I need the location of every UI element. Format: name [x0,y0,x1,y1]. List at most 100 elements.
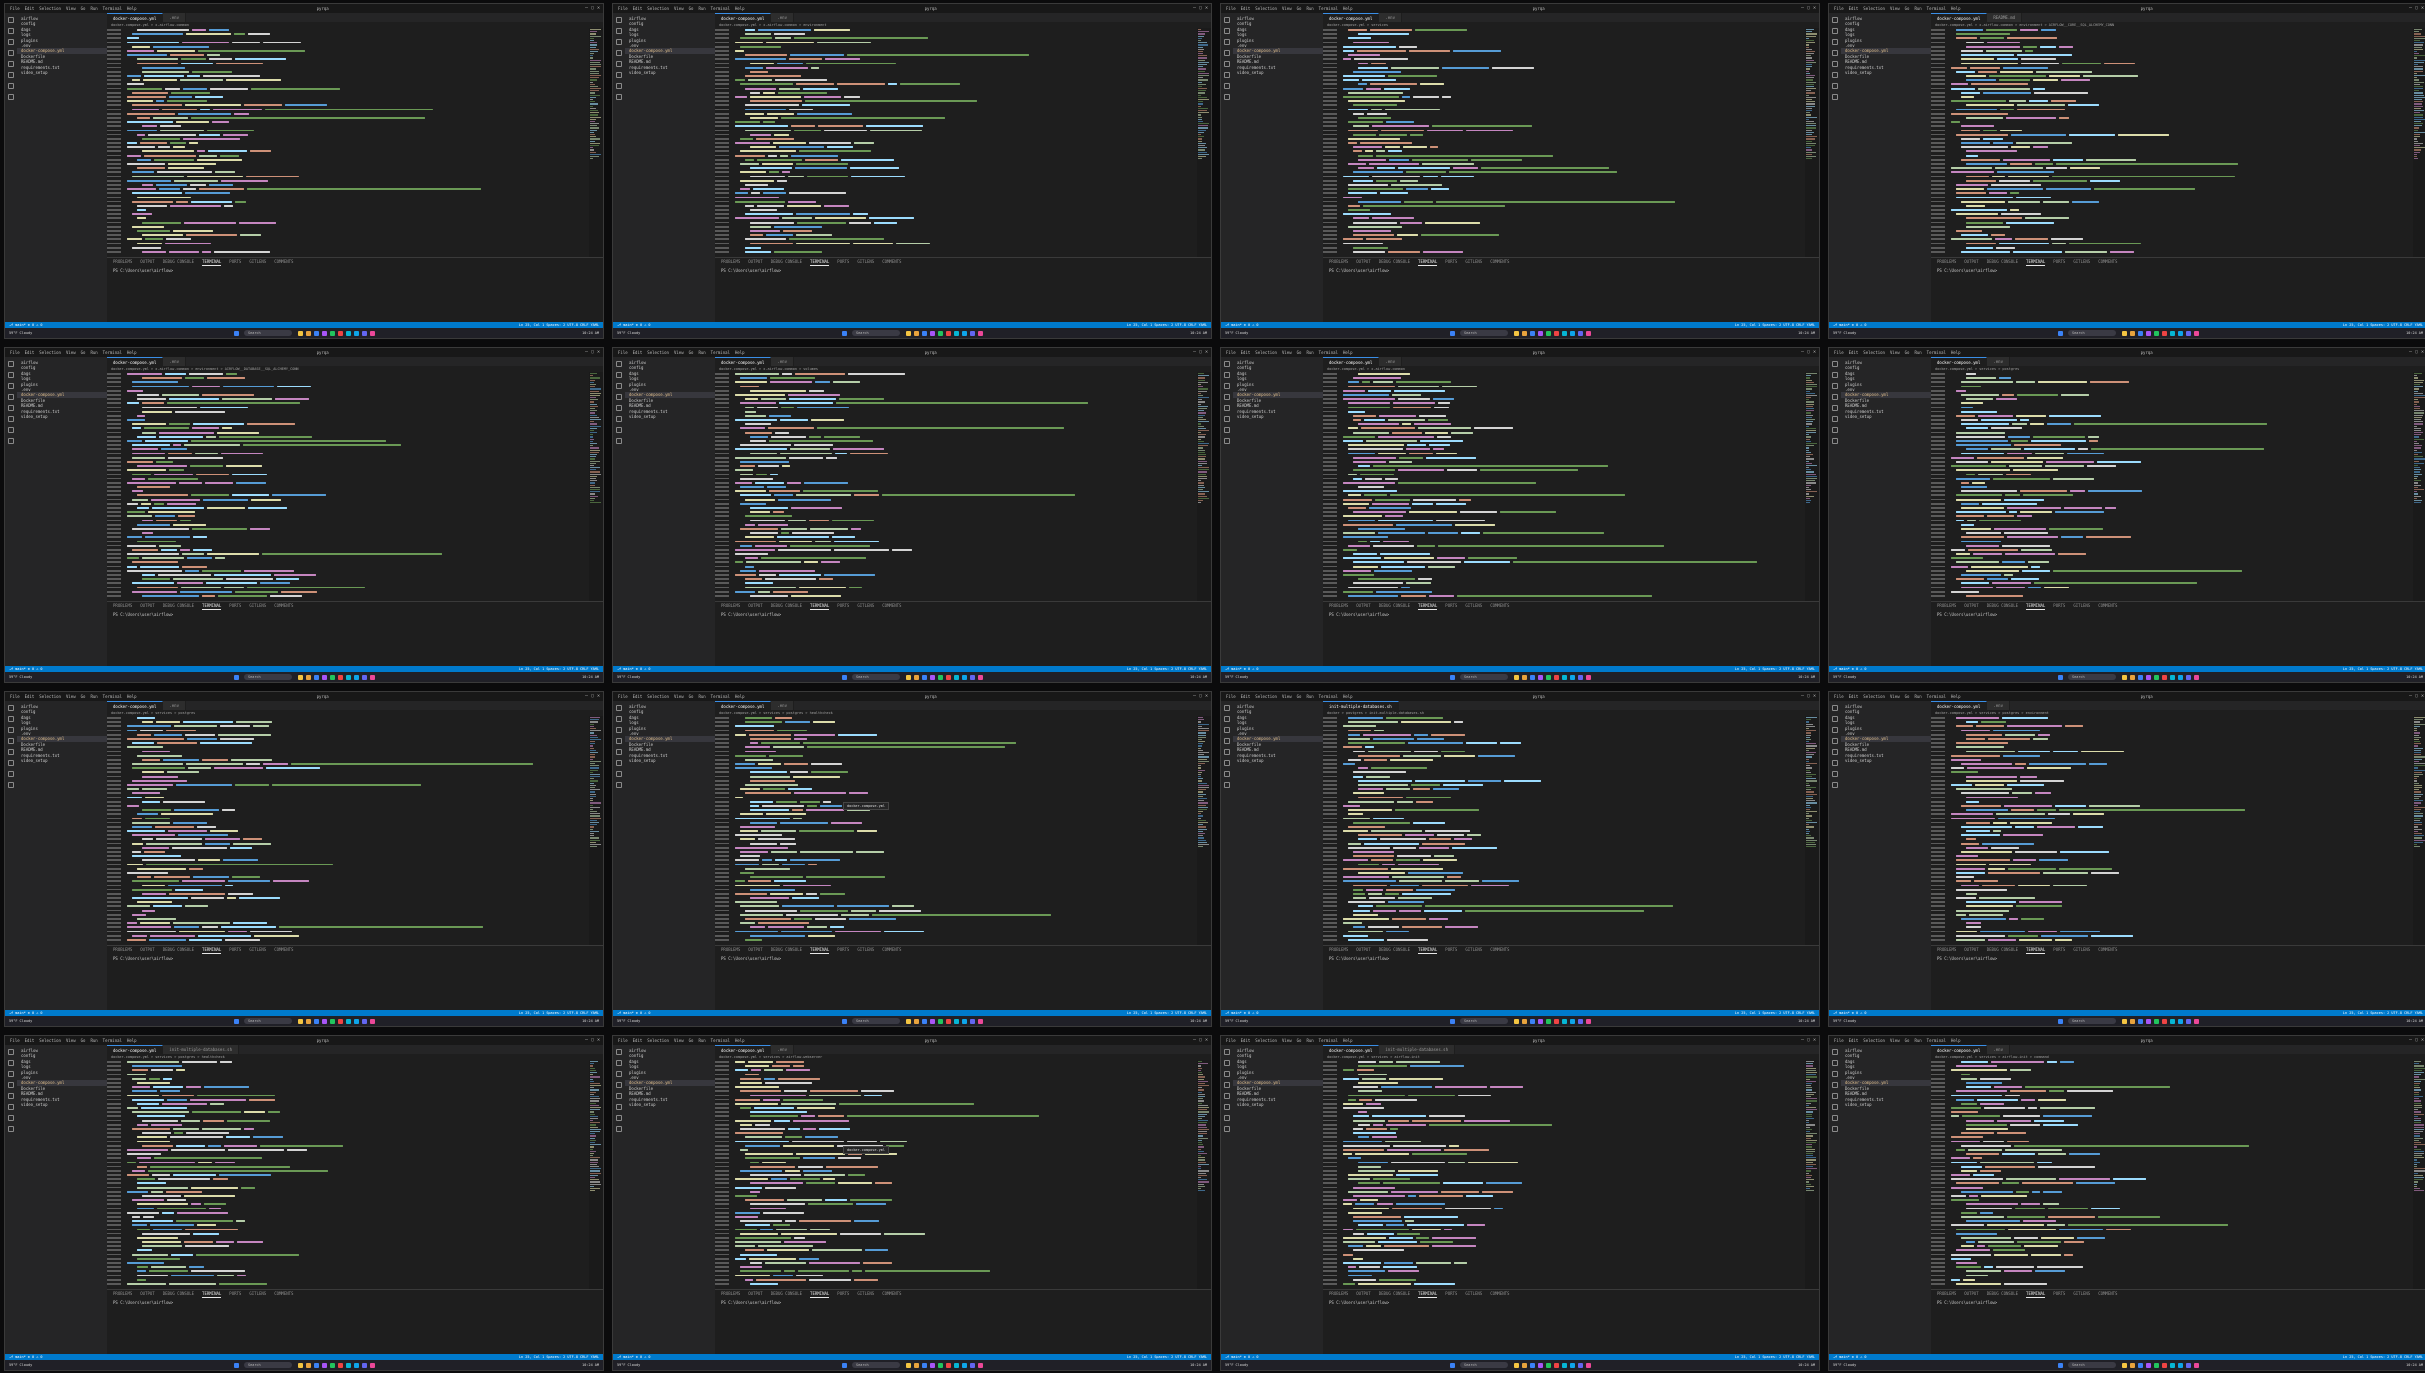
panel-tab[interactable]: TERMINAL [202,946,222,954]
docker-icon[interactable] [616,1115,622,1121]
run-debug-icon[interactable] [1832,394,1838,400]
taskbar-app-icon[interactable] [1545,330,1551,336]
panel-tab[interactable]: DEBUG CONSOLE [771,602,802,610]
taskbar-app-icon[interactable] [1553,330,1559,336]
menu-item[interactable]: View [674,350,684,355]
panel-tab[interactable]: COMMENTS [882,258,901,266]
taskbar-search[interactable]: Search [1460,674,1508,680]
system-clock[interactable]: 10:24 AM [1798,675,1815,679]
weather-widget[interactable]: 59°F Cloudy [9,1019,32,1023]
menu-item[interactable]: View [66,6,76,11]
menu-item[interactable]: View [1890,350,1900,355]
panel-tab[interactable]: GITLENS [249,602,266,610]
taskbar-app-icon[interactable] [1585,1018,1591,1024]
testing-icon[interactable] [1224,94,1230,100]
panel-tab[interactable]: PROBLEMS [113,1290,132,1298]
taskbar-search[interactable]: Search [2068,674,2116,680]
minimap[interactable] [2413,716,2425,946]
menu-item[interactable]: Edit [633,1038,643,1043]
explorer-item[interactable]: video_setup [1233,758,1323,763]
search-icon[interactable] [1832,28,1838,34]
taskbar-app-icon[interactable] [1553,1018,1559,1024]
menu-item[interactable]: Help [1343,350,1353,355]
docker-icon[interactable] [616,83,622,89]
menu-item[interactable]: Edit [633,694,643,699]
docker-icon[interactable] [8,771,14,777]
menu-item[interactable]: Selection [1255,6,1277,11]
taskbar-app-icon[interactable] [2177,330,2183,336]
panel-tab[interactable]: DEBUG CONSOLE [1987,602,2018,610]
menu-item[interactable]: Run [698,694,705,699]
minimap[interactable] [1197,372,1211,602]
explorer-item[interactable]: video_setup [17,414,107,419]
docker-icon[interactable] [8,427,14,433]
taskbar-app-icon[interactable] [2169,674,2175,680]
editor-tab[interactable]: docker-compose.yml [1931,357,1988,366]
editor-tab[interactable]: .env [771,13,794,22]
taskbar-app-icon[interactable] [297,1362,303,1368]
taskbar-app-icon[interactable] [2137,330,2143,336]
menu-item[interactable]: File [10,694,20,699]
explorer-icon[interactable] [616,361,622,367]
taskbar-app-icon[interactable] [337,1362,343,1368]
run-debug-icon[interactable] [1224,394,1230,400]
panel-tab[interactable]: PROBLEMS [721,946,740,954]
taskbar-app-icon[interactable] [297,1018,303,1024]
testing-icon[interactable] [616,94,622,100]
minimap[interactable] [589,1060,603,1290]
panel-tab[interactable]: OUTPUT [1964,946,1978,954]
taskbar-search[interactable]: Search [244,330,292,336]
run-debug-icon[interactable] [8,1082,14,1088]
system-clock[interactable]: 10:24 AM [582,675,599,679]
panel-tab[interactable]: COMMENTS [882,946,901,954]
remote-icon[interactable] [1832,760,1838,766]
source-control-icon[interactable] [1224,727,1230,733]
taskbar-app-icon[interactable] [305,330,311,336]
run-debug-icon[interactable] [8,394,14,400]
search-icon[interactable] [8,716,14,722]
testing-icon[interactable] [1832,782,1838,788]
panel-tab[interactable]: PROBLEMS [1329,258,1348,266]
panel-tab[interactable]: PROBLEMS [1329,946,1348,954]
code-editor[interactable] [1323,716,1805,946]
taskbar-app-icon[interactable] [337,674,343,680]
taskbar-app-icon[interactable] [1577,1018,1583,1024]
taskbar-app-icon[interactable] [2193,330,2199,336]
editor-tab[interactable]: .env [1379,13,1402,22]
menu-item[interactable]: View [1890,6,1900,11]
taskbar-app-icon[interactable] [929,674,935,680]
taskbar-app-icon[interactable] [1577,330,1583,336]
explorer-item[interactable]: video_setup [1841,414,1931,419]
window-controls[interactable]: — ▢ ✕ [1801,349,1816,355]
extensions-icon[interactable] [616,749,622,755]
editor-tab[interactable]: README.md [1987,13,2023,22]
docker-icon[interactable] [1224,771,1230,777]
panel-tab[interactable]: PORTS [2053,258,2065,266]
run-debug-icon[interactable] [1832,738,1838,744]
editor-tab[interactable]: .env [771,357,794,366]
taskbar-app-icon[interactable] [2161,330,2167,336]
menu-item[interactable]: Terminal [1319,694,1338,699]
explorer-item[interactable]: video_setup [625,70,715,75]
panel-tab[interactable]: PROBLEMS [1937,602,1956,610]
panel-tab[interactable]: OUTPUT [140,258,154,266]
menu-item[interactable]: File [10,6,20,11]
taskbar-app-icon[interactable] [977,330,983,336]
editor-tab[interactable]: .env [1987,701,2010,710]
panel-tab[interactable]: GITLENS [2073,258,2090,266]
taskbar-app-icon[interactable] [305,674,311,680]
system-clock[interactable]: 10:24 AM [1190,1019,1207,1023]
taskbar-app-icon[interactable] [297,674,303,680]
source-control-icon[interactable] [1224,39,1230,45]
start-icon[interactable] [233,674,239,680]
editor-tab[interactable]: docker-compose.yml [715,357,772,366]
menu-item[interactable]: Terminal [711,694,730,699]
menu-item[interactable]: View [1282,6,1292,11]
window-controls[interactable]: — ▢ ✕ [2409,5,2424,11]
menu-item[interactable]: Help [1951,694,1961,699]
remote-icon[interactable] [616,416,622,422]
docker-icon[interactable] [8,1115,14,1121]
taskbar-app-icon[interactable] [1521,1018,1527,1024]
start-icon[interactable] [233,330,239,336]
taskbar-app-icon[interactable] [313,674,319,680]
